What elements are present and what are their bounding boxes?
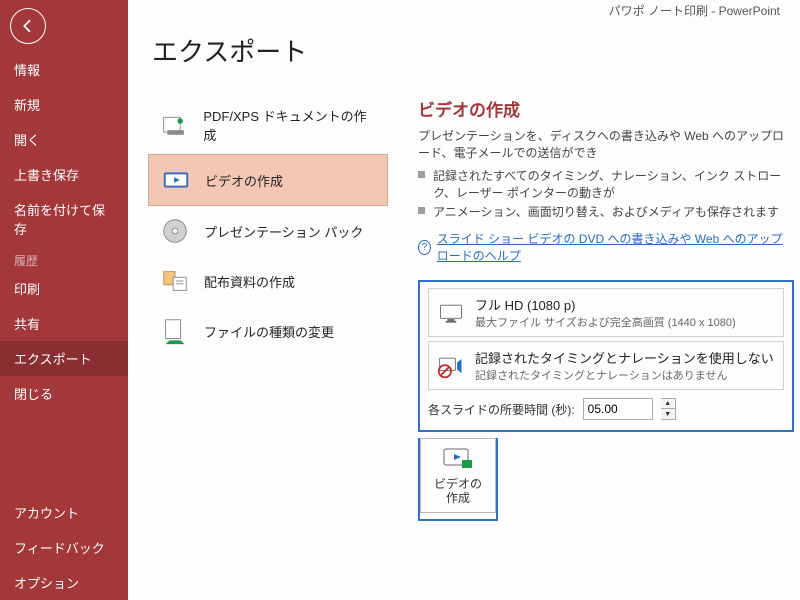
help-link[interactable]: スライド ショー ビデオの DVD への書き込みや Web へのアップロードのヘ…: [437, 230, 794, 264]
detail-heading: ビデオの作成: [418, 96, 794, 121]
sidebar-item-new[interactable]: 新規: [0, 87, 128, 122]
sidebar-section-history: 履歴: [0, 246, 128, 271]
sidebar-item-feedback[interactable]: フィードバック: [0, 530, 128, 565]
sidebar-item-save[interactable]: 上書き保存: [0, 157, 128, 192]
video-settings-box: フル HD (1080 p) 最大ファイル サイズおよび完全高画質 (1440 …: [418, 280, 794, 432]
export-option-label: ビデオの作成: [205, 171, 283, 190]
sidebar-item-export[interactable]: エクスポート: [0, 341, 128, 376]
export-option-filetype[interactable]: ファイルの種類の変更: [148, 306, 388, 356]
timing-secondary: 記録されたタイミングとナレーションはありません: [475, 367, 774, 383]
export-option-label: PDF/XPS ドキュメントの作成: [203, 106, 376, 144]
help-link-row: ? スライド ショー ビデオの DVD への書き込みや Web へのアップロード…: [418, 230, 794, 264]
sidebar-item-open[interactable]: 開く: [0, 122, 128, 157]
quality-combo[interactable]: フル HD (1080 p) 最大ファイル サイズおよび完全高画質 (1440 …: [428, 288, 784, 337]
sidebar-item-options[interactable]: オプション: [0, 565, 128, 600]
export-option-label: ファイルの種類の変更: [204, 322, 334, 341]
bullet-icon: [418, 207, 425, 214]
main-pane: パワポ ノート印刷 - PowerPoint エクスポート PDF/XPS ドキ…: [128, 0, 800, 600]
back-arrow-icon: [19, 17, 37, 35]
bullet-text: 記録されたすべてのタイミング、ナレーション、インク ストローク、レーザー ポイン…: [433, 167, 794, 201]
sidebar-item-print[interactable]: 印刷: [0, 271, 128, 306]
spinner-down-icon[interactable]: ▼: [661, 409, 675, 419]
video-icon: [161, 165, 191, 195]
bullet-text: アニメーション、画面切り替え、およびメディアも保存されます: [433, 203, 779, 220]
filetype-icon: [160, 316, 190, 346]
help-icon: ?: [418, 240, 431, 255]
create-video-icon: [442, 445, 474, 473]
detail-pane: ビデオの作成 プレゼンテーションを、ディスクへの書き込みや Web へのアップロ…: [418, 96, 794, 521]
quality-primary: フル HD (1080 p): [475, 295, 736, 314]
bullet-icon: [418, 171, 425, 178]
duration-input[interactable]: [583, 398, 653, 420]
timing-primary: 記録されたタイミングとナレーションを使用しない: [475, 348, 774, 367]
duration-spinner[interactable]: ▲ ▼: [661, 398, 676, 420]
detail-bullet: 記録されたすべてのタイミング、ナレーション、インク ストローク、レーザー ポイン…: [418, 167, 794, 201]
export-option-package[interactable]: プレゼンテーション パック: [148, 206, 388, 256]
export-option-handouts[interactable]: 配布資料の作成: [148, 256, 388, 306]
window-title: パワポ ノート印刷 - PowerPoint: [609, 2, 780, 19]
export-option-list: PDF/XPS ドキュメントの作成 ビデオの作成 プレゼンテーション パック 配…: [148, 96, 388, 356]
create-video-button[interactable]: ビデオの 作成: [420, 438, 496, 513]
export-option-label: プレゼンテーション パック: [204, 222, 363, 241]
sidebar-item-info[interactable]: 情報: [0, 52, 128, 87]
sidebar-item-saveas[interactable]: 名前を付けて保存: [0, 192, 128, 246]
back-button[interactable]: [10, 8, 46, 44]
export-option-video[interactable]: ビデオの作成: [148, 154, 388, 206]
monitor-icon: [437, 299, 465, 327]
export-option-pdf[interactable]: PDF/XPS ドキュメントの作成: [148, 96, 388, 154]
create-video-label: ビデオの 作成: [434, 477, 482, 506]
sidebar-item-close[interactable]: 閉じる: [0, 376, 128, 411]
no-narration-icon: [437, 352, 465, 380]
sidebar-item-account[interactable]: アカウント: [0, 495, 128, 530]
duration-label: 各スライドの所要時間 (秒):: [428, 401, 575, 418]
spinner-up-icon[interactable]: ▲: [661, 399, 675, 409]
export-option-label: 配布資料の作成: [204, 272, 295, 291]
detail-subtitle: プレゼンテーションを、ディスクへの書き込みや Web へのアップロード、電子メー…: [418, 127, 794, 161]
handout-icon: [160, 266, 190, 296]
quality-secondary: 最大ファイル サイズおよび完全高画質 (1440 x 1080): [475, 314, 736, 330]
sidebar-item-share[interactable]: 共有: [0, 306, 128, 341]
detail-bullet: アニメーション、画面切り替え、およびメディアも保存されます: [418, 203, 794, 220]
timing-combo[interactable]: 記録されたタイミングとナレーションを使用しない 記録されたタイミングとナレーショ…: [428, 341, 784, 390]
backstage-sidebar: 情報 新規 開く 上書き保存 名前を付けて保存 履歴 印刷 共有 エクスポート …: [0, 0, 128, 600]
pdf-icon: [160, 110, 189, 140]
disc-icon: [160, 216, 190, 246]
slide-duration-row: 各スライドの所要時間 (秒): ▲ ▼: [428, 398, 784, 420]
